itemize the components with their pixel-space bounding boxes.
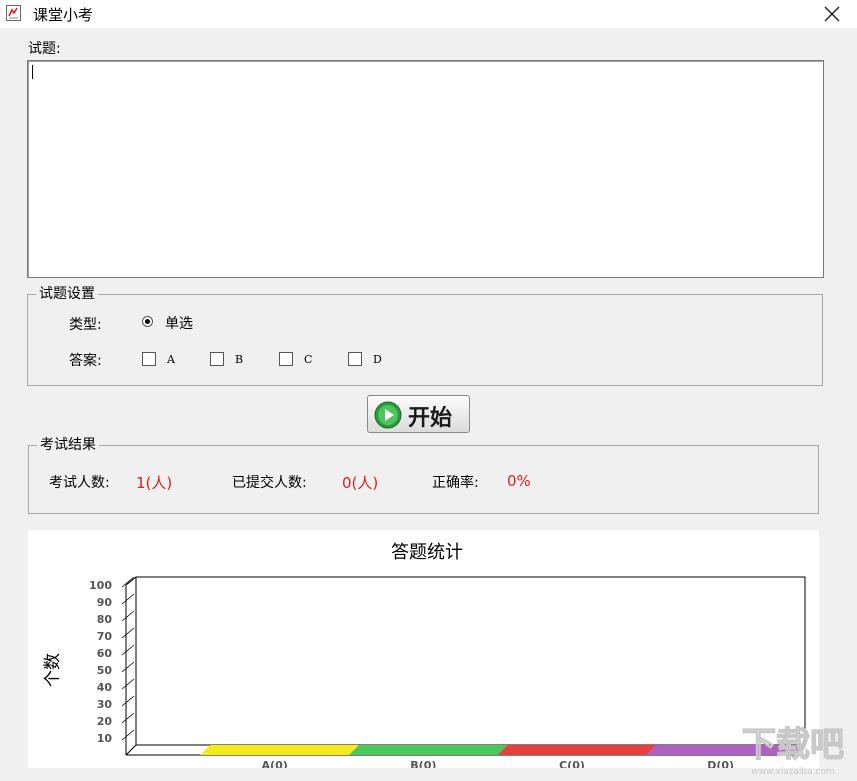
answer-b-label: B bbox=[235, 353, 243, 366]
y-tick-mark bbox=[122, 628, 134, 638]
answer-a-checkbox[interactable] bbox=[142, 352, 156, 366]
question-label: 试题: bbox=[28, 38, 61, 58]
settings-legend: 试题设置 bbox=[36, 285, 98, 303]
bar-0 bbox=[200, 745, 359, 755]
x-tick-label: A(0) bbox=[262, 759, 288, 768]
plot-back-wall bbox=[136, 577, 805, 745]
bar-2 bbox=[498, 745, 657, 755]
plot-left-top-edge bbox=[126, 577, 136, 585]
y-tick-mark bbox=[122, 679, 134, 689]
watermark-logo: 下载吧 www.xiazaiba.com bbox=[735, 718, 853, 778]
single-choice-label: 单选 bbox=[165, 313, 193, 333]
accuracy-value: 0% bbox=[507, 472, 531, 490]
bars-group bbox=[200, 745, 805, 755]
y-tick-mark bbox=[122, 730, 134, 740]
question-textarea[interactable] bbox=[27, 60, 824, 278]
single-choice-radio[interactable] bbox=[142, 316, 153, 327]
bar-1 bbox=[349, 745, 508, 755]
start-button-label: 开始 bbox=[408, 400, 452, 432]
examinees-value: 1(人) bbox=[136, 472, 172, 493]
chart-title: 答题统计 bbox=[391, 542, 463, 563]
examinees-label: 考试人数: bbox=[49, 472, 110, 492]
y-tick-label: 60 bbox=[97, 647, 113, 660]
close-icon[interactable] bbox=[818, 0, 846, 28]
answer-label: 答案: bbox=[69, 350, 102, 370]
answer-stats-chart: 答题统计 个数 10 20 30 40 50 60 70 80 90 100 A(0) B(0) C(… bbox=[28, 530, 819, 768]
x-tick-label: D(0) bbox=[707, 759, 734, 768]
y-axis-ticks: 10 20 30 40 50 60 70 80 90 100 bbox=[89, 579, 112, 745]
answer-d-label: D bbox=[373, 353, 382, 366]
y-tick-label: 80 bbox=[97, 613, 113, 626]
y-tick-mark bbox=[122, 662, 134, 672]
y-tick-marks bbox=[122, 577, 134, 740]
y-tick-label: 10 bbox=[97, 732, 113, 745]
y-tick-mark bbox=[122, 577, 134, 587]
question-settings-group: 试题设置 类型: 单选 答案: A B C D bbox=[27, 294, 823, 386]
text-caret bbox=[32, 65, 33, 79]
answer-c-checkbox[interactable] bbox=[279, 352, 293, 366]
y-tick-mark bbox=[122, 645, 134, 655]
plot-left-bottom-edge bbox=[126, 745, 136, 755]
exam-results-group: 考试结果 考试人数: 1(人) 已提交人数: 0(人) 正确率: 0% bbox=[28, 445, 819, 514]
watermark-text: 下载吧 bbox=[742, 725, 844, 765]
radio-selected-dot bbox=[145, 319, 150, 324]
x-tick-label: B(0) bbox=[410, 759, 436, 768]
y-tick-mark bbox=[122, 713, 134, 723]
x-axis-ticks: A(0) B(0) C(0) D(0) bbox=[262, 759, 735, 768]
answer-b-checkbox[interactable] bbox=[210, 352, 224, 366]
y-tick-label: 50 bbox=[97, 664, 113, 677]
x-tick-label: C(0) bbox=[559, 759, 585, 768]
answer-a-label: A bbox=[167, 353, 175, 366]
title-bar: 课堂小考 bbox=[0, 0, 857, 28]
chart-svg: 答题统计 个数 10 20 30 40 50 60 70 80 90 100 A(0) B(0) C(… bbox=[28, 530, 819, 768]
chart-ylabel: 个数 bbox=[43, 653, 63, 687]
window-title: 课堂小考 bbox=[33, 4, 93, 25]
y-tick-mark bbox=[122, 594, 134, 604]
y-tick-label: 30 bbox=[97, 698, 113, 711]
submitted-value: 0(人) bbox=[342, 472, 378, 493]
y-tick-label: 70 bbox=[97, 630, 113, 643]
play-icon bbox=[374, 401, 402, 429]
type-label: 类型: bbox=[69, 314, 102, 334]
app-icon bbox=[6, 5, 21, 21]
y-tick-mark bbox=[122, 611, 134, 621]
y-tick-mark bbox=[122, 696, 134, 706]
y-tick-label: 100 bbox=[89, 579, 112, 592]
y-tick-label: 20 bbox=[97, 715, 113, 728]
watermark-subtext: www.xiazaiba.com bbox=[751, 767, 835, 777]
accuracy-label: 正确率: bbox=[432, 472, 479, 492]
submitted-label: 已提交人数: bbox=[232, 472, 307, 492]
start-button[interactable]: 开始 bbox=[367, 395, 470, 433]
y-tick-label: 40 bbox=[97, 681, 113, 694]
y-tick-label: 90 bbox=[97, 596, 113, 609]
results-legend: 考试结果 bbox=[37, 436, 99, 454]
answer-d-checkbox[interactable] bbox=[348, 352, 362, 366]
answer-c-label: C bbox=[304, 353, 312, 366]
